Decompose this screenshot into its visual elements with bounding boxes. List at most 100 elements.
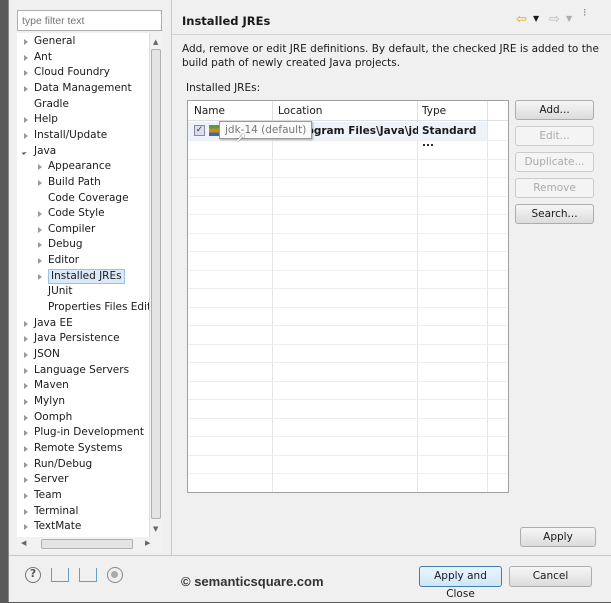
tree-item[interactable]: General (34, 34, 75, 49)
apply-and-close-button[interactable]: Apply and Close (419, 566, 502, 600)
row-gridline (188, 454, 508, 456)
collapsed-arrow-icon[interactable] (24, 445, 28, 452)
default-checkbox[interactable]: ✓ (194, 125, 205, 136)
export-icon[interactable] (79, 568, 97, 582)
tree-item[interactable]: Team (34, 488, 62, 503)
tree-item[interactable]: Java (34, 144, 56, 159)
help-icon[interactable]: ? (25, 567, 41, 583)
tree-item[interactable]: Installed JREs (48, 268, 125, 284)
collapsed-arrow-icon[interactable] (38, 273, 42, 280)
tree-item[interactable]: Appearance (48, 159, 111, 174)
tree-item[interactable]: TextMate (34, 519, 81, 534)
row-gridline (188, 177, 508, 178)
import-icon[interactable] (51, 568, 69, 582)
collapsed-arrow-icon[interactable] (38, 226, 42, 233)
collapsed-arrow-icon[interactable] (24, 132, 28, 139)
scroll-up-icon[interactable]: ▲ (153, 38, 158, 46)
tree-item[interactable]: Language Servers (34, 363, 129, 378)
tree-item[interactable]: Run/Debug (34, 457, 92, 472)
back-icon[interactable]: ⇦ (516, 12, 527, 27)
tree-item[interactable]: Cloud Foundry (34, 65, 110, 80)
filter-input[interactable] (17, 10, 162, 31)
row-gridline (188, 269, 508, 271)
collapsed-arrow-icon[interactable] (24, 508, 28, 515)
tree-item[interactable]: JUnit (48, 284, 72, 299)
row-gridline (188, 343, 508, 345)
column-location[interactable]: Location (278, 105, 322, 117)
record-icon[interactable] (107, 567, 123, 583)
collapsed-arrow-icon[interactable] (24, 477, 28, 484)
column-name[interactable]: Name (194, 105, 225, 117)
tree-horizontal-scrollbar[interactable]: ◀ ▶ (17, 537, 162, 551)
collapsed-arrow-icon[interactable] (24, 524, 28, 531)
collapsed-arrow-icon[interactable] (24, 54, 28, 61)
collapsed-arrow-icon[interactable] (24, 117, 28, 124)
tree-item[interactable]: Install/Update (34, 128, 107, 143)
tree-item[interactable]: Compiler (48, 222, 95, 237)
tree-item[interactable]: Server (34, 472, 68, 487)
collapsed-arrow-icon[interactable] (24, 85, 28, 92)
tree-item[interactable]: Editor (48, 253, 79, 268)
edit-button[interactable]: Edit... (515, 126, 594, 146)
pane-divider[interactable] (171, 0, 172, 555)
tree-item[interactable]: Gradle (34, 97, 69, 112)
tree-item[interactable]: Properties Files Editor (48, 300, 149, 315)
apply-button[interactable]: Apply (520, 527, 596, 547)
collapsed-arrow-icon[interactable] (24, 414, 28, 421)
duplicate-button[interactable]: Duplicate... (515, 152, 594, 172)
collapsed-arrow-icon[interactable] (24, 70, 28, 77)
scroll-right-icon[interactable]: ▶ (145, 539, 150, 547)
tree-item[interactable]: JSON (34, 347, 60, 362)
scroll-thumb[interactable] (151, 49, 161, 519)
tree-item[interactable]: Debug (48, 237, 83, 252)
collapsed-arrow-icon[interactable] (24, 367, 28, 374)
row-gridline (188, 214, 508, 215)
row-gridline (188, 491, 508, 492)
scroll-left-icon[interactable]: ◀ (21, 539, 26, 547)
tree-item[interactable]: Maven (34, 378, 69, 393)
tree-item[interactable]: Terminal (34, 504, 78, 519)
forward-icon[interactable]: ⇨ (549, 12, 560, 27)
view-menu-icon[interactable]: ⁝ (583, 7, 587, 18)
scroll-down-icon[interactable]: ▼ (153, 525, 158, 533)
collapsed-arrow-icon[interactable] (38, 242, 42, 249)
collapsed-arrow-icon[interactable] (38, 179, 42, 186)
tree-item[interactable]: Remote Systems (34, 441, 122, 456)
collapsed-arrow-icon[interactable] (24, 336, 28, 343)
tree-item[interactable]: Mylyn (34, 394, 65, 409)
preferences-tree: General Ant Cloud Foundry Data Management Gr… (17, 33, 149, 537)
tree-item[interactable]: Plug-in Development (34, 425, 144, 440)
tree-item[interactable]: Code Style (48, 206, 105, 221)
collapsed-arrow-icon[interactable] (24, 383, 28, 390)
collapsed-arrow-icon[interactable] (38, 164, 42, 171)
tree-item[interactable]: Ant (34, 50, 52, 65)
collapsed-arrow-icon[interactable] (24, 430, 28, 437)
tree-item[interactable]: Help (34, 112, 58, 127)
row-gridline (188, 306, 508, 308)
mouse-cursor-icon: ➚ (235, 130, 247, 146)
remove-button[interactable]: Remove (515, 178, 594, 198)
tree-item[interactable]: Build Path (48, 175, 101, 190)
collapsed-arrow-icon[interactable] (38, 258, 42, 265)
hscroll-thumb[interactable] (41, 539, 133, 549)
cancel-button[interactable]: Cancel (509, 566, 592, 587)
expanded-arrow-icon[interactable] (21, 146, 30, 155)
back-menu-icon[interactable]: ▼ (533, 14, 539, 23)
collapsed-arrow-icon[interactable] (24, 492, 28, 499)
tree-vertical-scrollbar[interactable]: ▲ ▼ (149, 33, 162, 537)
column-type[interactable]: Type (422, 105, 446, 117)
tree-item[interactable]: Data Management (34, 81, 132, 96)
tree-item[interactable]: Oomph (34, 410, 72, 425)
collapsed-arrow-icon[interactable] (24, 352, 28, 358)
search-button[interactable]: Search... (515, 204, 594, 224)
collapsed-arrow-icon[interactable] (24, 461, 28, 468)
collapsed-arrow-icon[interactable] (24, 39, 28, 45)
tree-item[interactable]: Java EE (34, 316, 73, 331)
collapsed-arrow-icon[interactable] (38, 211, 42, 218)
collapsed-arrow-icon[interactable] (24, 398, 28, 405)
tree-item[interactable]: Code Coverage (48, 191, 129, 206)
add-button[interactable]: Add... (515, 100, 594, 120)
collapsed-arrow-icon[interactable] (24, 320, 28, 327)
tree-item[interactable]: Java Persistence (34, 331, 120, 346)
forward-menu-icon[interactable]: ▼ (566, 14, 572, 23)
